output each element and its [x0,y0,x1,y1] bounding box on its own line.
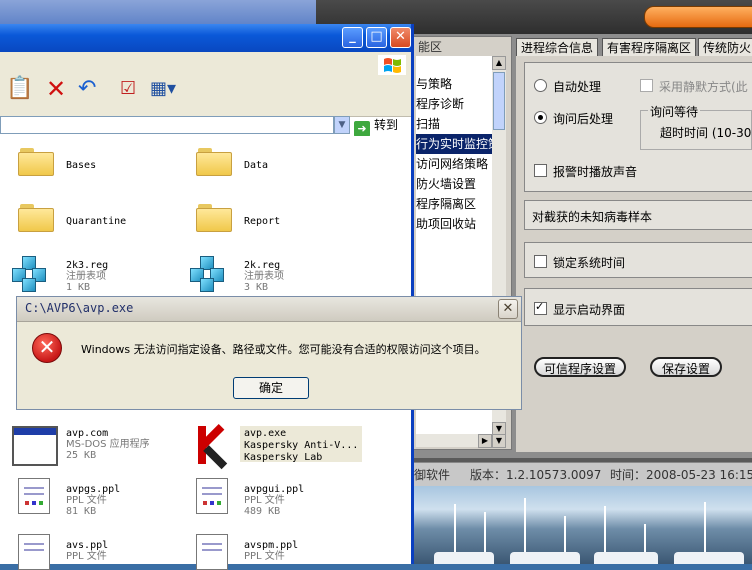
checkbox-checked-icon [534,300,547,315]
tab-firewall[interactable]: 传统防火 [698,38,752,57]
folder-icon [196,148,232,176]
orange-control-button[interactable] [644,6,752,28]
status-version: 版本：1.2.10573.0097 [470,468,602,482]
paste-icon[interactable]: 📋 [6,76,33,102]
tree-item-diagnosis[interactable]: 程序诊断 [416,94,464,114]
registry-icon [190,256,230,292]
tree-item-recycle[interactable]: 助项回收站 [416,214,476,234]
error-icon: ✕ [32,333,62,363]
tree-horizontal-scrollbar[interactable]: ▶ ▼ [416,434,506,448]
ppl-file-icon [196,534,228,570]
tree-item-network-policy[interactable]: 访问网络策略 [416,154,488,174]
radio-selected-icon [534,111,547,124]
scroll-down-small-icon[interactable]: ▼ [492,434,506,448]
ask-process-radio[interactable]: 询问后处理 [534,110,613,127]
save-settings-button[interactable]: 保存设置 [650,357,722,377]
auto-process-radio[interactable]: 自动处理 [534,78,601,95]
tree-item-scan[interactable]: 扫描 [416,114,440,134]
checkbox-icon [534,164,547,177]
tree-item-firewall[interactable]: 防火墙设置 [416,174,476,194]
tab-quarantine[interactable]: 有害程序隔离区 [602,38,697,57]
dos-application-icon [12,426,58,466]
status-time: 时间：2008-05-23 16:15 [610,468,752,482]
folder-icon [18,148,54,176]
address-input[interactable] [0,116,334,134]
dialog-title: C:\AVP6\avp.exe [25,301,134,315]
kaspersky-icon [196,423,234,470]
ppl-file-icon [196,478,228,514]
delete-icon[interactable]: ✕ [46,76,66,102]
dialog-close-icon[interactable]: ✕ [498,299,518,319]
tree-panel-header: 能区 [418,40,443,54]
scroll-right-icon[interactable]: ▶ [478,434,492,448]
harbor-photo [414,486,752,564]
ppl-file-icon [18,478,50,514]
checkbox-icon [534,255,547,268]
minimize-icon[interactable]: _ [342,27,363,48]
explorer-titlebar[interactable]: _ □ ✕ [0,24,411,52]
go-button[interactable]: ➜ 转到 [354,116,406,137]
status-software: 御软件 [414,468,451,482]
timeout-label: 超时时间 (10-300 [660,126,752,140]
close-icon[interactable]: ✕ [390,27,411,48]
ppl-file-icon [18,534,50,570]
radio-icon [534,79,547,92]
scroll-thumb[interactable] [493,72,505,130]
maximize-icon[interactable]: □ [366,27,387,48]
undo-icon[interactable]: ↶ [78,76,96,102]
ok-button[interactable]: 确定 [233,377,309,399]
registry-icon [12,256,52,292]
properties-icon[interactable]: ☑ [120,76,136,102]
address-dropdown-icon[interactable]: ▼ [334,116,350,134]
folder-icon [196,204,232,232]
error-dialog: C:\AVP6\avp.exe ✕ ✕ Windows 无法访问指定设备、路径或… [16,296,522,410]
tree-item-behavior-monitor[interactable]: 行为实时监控策 [416,134,494,154]
lock-time-checkbox[interactable]: 锁定系统时间 [534,254,625,271]
show-splash-checkbox[interactable]: 显示启动界面 [534,300,625,318]
trusted-programs-button[interactable]: 可信程序设置 [534,357,626,377]
play-sound-checkbox[interactable]: 报警时播放声音 [534,163,637,180]
folder-icon [18,204,54,232]
tree-item-policy[interactable]: 与策略 [416,74,452,94]
status-bar: 御软件 版本：1.2.10573.0097 时间：2008-05-23 16:1… [410,462,752,487]
wait-label: 询问等待 [648,103,701,120]
views-icon[interactable]: ▦▾ [150,76,176,102]
dialog-message: Windows 无法访问指定设备、路径或文件。您可能没有合适的权限访问这个项目。 [81,343,486,356]
tree-item-quarantine[interactable]: 程序隔离区 [416,194,476,214]
tab-process-info[interactable]: 进程综合信息 [516,38,599,57]
dialog-titlebar[interactable]: C:\AVP6\avp.exe ✕ [17,297,521,322]
unknown-sample-label: 对截获的未知病毒样本 [532,210,653,224]
windows-logo-icon [378,55,406,75]
silent-mode-checkbox[interactable]: 采用静默方式(此 [640,78,748,95]
checkbox-icon [640,79,653,92]
scroll-up-icon[interactable]: ▲ [492,56,506,70]
go-arrow-icon: ➜ [354,121,370,137]
